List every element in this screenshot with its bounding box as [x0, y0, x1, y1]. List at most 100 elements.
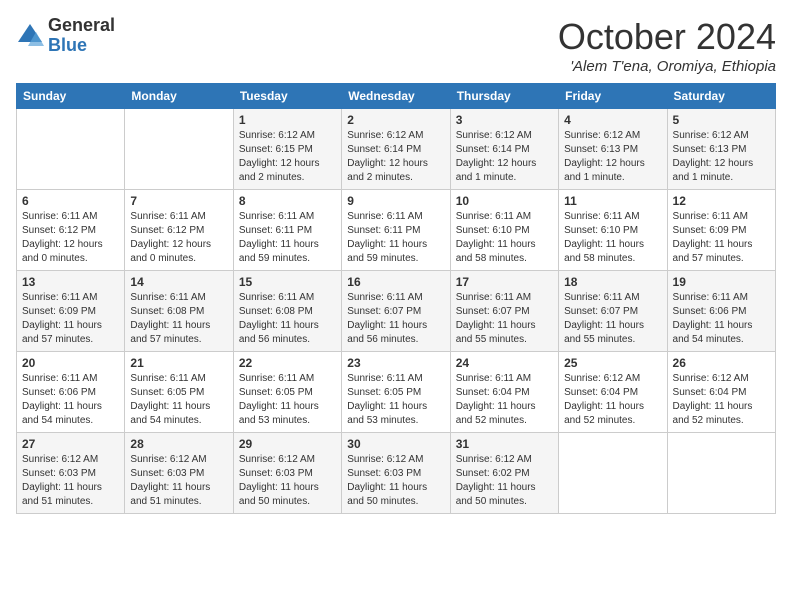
day-cell: 4 Sunrise: 6:12 AM Sunset: 6:13 PM Daylig… — [559, 109, 667, 190]
day-number: 22 — [239, 356, 336, 370]
day-info: Sunrise: 6:12 AM Sunset: 6:03 PM Dayligh… — [130, 453, 227, 509]
day-number: 5 — [673, 113, 770, 127]
column-header-thursday: Thursday — [450, 84, 558, 109]
day-number: 10 — [456, 194, 553, 208]
day-number: 16 — [347, 275, 444, 289]
day-info: Sunrise: 6:11 AM Sunset: 6:09 PM Dayligh… — [673, 210, 770, 266]
day-info: Sunrise: 6:11 AM Sunset: 6:04 PM Dayligh… — [456, 372, 553, 428]
day-number: 9 — [347, 194, 444, 208]
day-cell: 9 Sunrise: 6:11 AM Sunset: 6:11 PM Daylig… — [342, 190, 450, 271]
day-cell: 30Sunrise: 6:12 AM Sunset: 6:03 PM Dayli… — [342, 433, 450, 514]
day-cell: 12 Sunrise: 6:11 AM Sunset: 6:09 PM Dayli… — [667, 190, 775, 271]
page-header: General Blue October 2024 'Alem T'ena, O… — [16, 16, 776, 75]
day-number: 4 — [564, 113, 661, 127]
day-number: 30 — [347, 437, 444, 451]
day-cell: 28 Sunrise: 6:12 AM Sunset: 6:03 PM Dayli… — [125, 433, 233, 514]
day-cell: 7 Sunrise: 6:11 AM Sunset: 6:12 PM Daylig… — [125, 190, 233, 271]
day-number: 27 — [22, 437, 119, 451]
logo: General Blue — [16, 16, 115, 56]
month-title: October 2024 — [558, 16, 776, 58]
day-number: 21 — [130, 356, 227, 370]
day-cell — [125, 109, 233, 190]
day-number: 19 — [673, 275, 770, 289]
day-number: 3 — [456, 113, 553, 127]
day-cell: 3 Sunrise: 6:12 AM Sunset: 6:14 PM Daylig… — [450, 109, 558, 190]
day-cell: 6 Sunrise: 6:11 AM Sunset: 6:12 PM Daylig… — [17, 190, 125, 271]
day-info: Sunrise: 6:12 AM Sunset: 6:14 PM Dayligh… — [347, 129, 444, 185]
day-number: 14 — [130, 275, 227, 289]
day-cell: 20Sunrise: 6:11 AM Sunset: 6:06 PM Dayli… — [17, 352, 125, 433]
week-row-4: 20Sunrise: 6:11 AM Sunset: 6:06 PM Dayli… — [17, 352, 776, 433]
day-info: Sunrise: 6:11 AM Sunset: 6:05 PM Dayligh… — [347, 372, 444, 428]
day-cell: 11 Sunrise: 6:11 AM Sunset: 6:10 PM Dayli… — [559, 190, 667, 271]
logo-blue-text: Blue — [48, 36, 115, 56]
day-info: Sunrise: 6:12 AM Sunset: 6:04 PM Dayligh… — [673, 372, 770, 428]
day-number: 15 — [239, 275, 336, 289]
day-cell: 13Sunrise: 6:11 AM Sunset: 6:09 PM Dayli… — [17, 271, 125, 352]
day-info: Sunrise: 6:12 AM Sunset: 6:13 PM Dayligh… — [673, 129, 770, 185]
day-info: Sunrise: 6:11 AM Sunset: 6:07 PM Dayligh… — [347, 291, 444, 347]
day-info: Sunrise: 6:12 AM Sunset: 6:13 PM Dayligh… — [564, 129, 661, 185]
day-info: Sunrise: 6:11 AM Sunset: 6:11 PM Dayligh… — [239, 210, 336, 266]
day-cell: 29Sunrise: 6:12 AM Sunset: 6:03 PM Dayli… — [233, 433, 341, 514]
day-number: 6 — [22, 194, 119, 208]
column-header-monday: Monday — [125, 84, 233, 109]
day-cell: 24 Sunrise: 6:11 AM Sunset: 6:04 PM Dayli… — [450, 352, 558, 433]
calendar-header-row: SundayMondayTuesdayWednesdayThursdayFrid… — [17, 84, 776, 109]
day-info: Sunrise: 6:11 AM Sunset: 6:12 PM Dayligh… — [22, 210, 119, 266]
day-number: 2 — [347, 113, 444, 127]
day-number: 26 — [673, 356, 770, 370]
day-number: 13 — [22, 275, 119, 289]
week-row-1: 1Sunrise: 6:12 AM Sunset: 6:15 PM Daylig… — [17, 109, 776, 190]
day-info: Sunrise: 6:11 AM Sunset: 6:06 PM Dayligh… — [673, 291, 770, 347]
day-cell: 2 Sunrise: 6:12 AM Sunset: 6:14 PM Daylig… — [342, 109, 450, 190]
day-info: Sunrise: 6:12 AM Sunset: 6:04 PM Dayligh… — [564, 372, 661, 428]
day-number: 28 — [130, 437, 227, 451]
day-cell: 22 Sunrise: 6:11 AM Sunset: 6:05 PM Dayli… — [233, 352, 341, 433]
column-header-wednesday: Wednesday — [342, 84, 450, 109]
day-info: Sunrise: 6:11 AM Sunset: 6:05 PM Dayligh… — [239, 372, 336, 428]
day-info: Sunrise: 6:11 AM Sunset: 6:10 PM Dayligh… — [456, 210, 553, 266]
day-info: Sunrise: 6:11 AM Sunset: 6:08 PM Dayligh… — [130, 291, 227, 347]
day-cell: 18 Sunrise: 6:11 AM Sunset: 6:07 PM Dayli… — [559, 271, 667, 352]
day-info: Sunrise: 6:12 AM Sunset: 6:03 PM Dayligh… — [239, 453, 336, 509]
title-block: October 2024 'Alem T'ena, Oromiya, Ethio… — [558, 16, 776, 75]
day-cell: 16 Sunrise: 6:11 AM Sunset: 6:07 PM Dayli… — [342, 271, 450, 352]
day-number: 1 — [239, 113, 336, 127]
day-info: Sunrise: 6:11 AM Sunset: 6:11 PM Dayligh… — [347, 210, 444, 266]
day-cell — [667, 433, 775, 514]
logo-general-text: General — [48, 16, 115, 36]
day-cell: 21 Sunrise: 6:11 AM Sunset: 6:05 PM Dayli… — [125, 352, 233, 433]
day-cell: 31 Sunrise: 6:12 AM Sunset: 6:02 PM Dayli… — [450, 433, 558, 514]
day-number: 7 — [130, 194, 227, 208]
day-number: 17 — [456, 275, 553, 289]
day-cell: 19 Sunrise: 6:11 AM Sunset: 6:06 PM Dayli… — [667, 271, 775, 352]
day-info: Sunrise: 6:11 AM Sunset: 6:10 PM Dayligh… — [564, 210, 661, 266]
day-info: Sunrise: 6:12 AM Sunset: 6:02 PM Dayligh… — [456, 453, 553, 509]
day-number: 24 — [456, 356, 553, 370]
day-cell: 15 Sunrise: 6:11 AM Sunset: 6:08 PM Dayli… — [233, 271, 341, 352]
day-number: 12 — [673, 194, 770, 208]
day-cell — [17, 109, 125, 190]
day-cell: 1Sunrise: 6:12 AM Sunset: 6:15 PM Daylig… — [233, 109, 341, 190]
day-cell — [559, 433, 667, 514]
day-info: Sunrise: 6:11 AM Sunset: 6:12 PM Dayligh… — [130, 210, 227, 266]
day-number: 20 — [22, 356, 119, 370]
day-cell: 5 Sunrise: 6:12 AM Sunset: 6:13 PM Daylig… — [667, 109, 775, 190]
day-info: Sunrise: 6:11 AM Sunset: 6:08 PM Dayligh… — [239, 291, 336, 347]
column-header-saturday: Saturday — [667, 84, 775, 109]
calendar-table: SundayMondayTuesdayWednesdayThursdayFrid… — [16, 83, 776, 514]
logo-text: General Blue — [48, 16, 115, 56]
day-number: 31 — [456, 437, 553, 451]
day-cell: 26 Sunrise: 6:12 AM Sunset: 6:04 PM Dayli… — [667, 352, 775, 433]
day-info: Sunrise: 6:12 AM Sunset: 6:03 PM Dayligh… — [22, 453, 119, 509]
logo-icon — [16, 22, 44, 50]
day-info: Sunrise: 6:11 AM Sunset: 6:07 PM Dayligh… — [456, 291, 553, 347]
day-cell: 27 Sunrise: 6:12 AM Sunset: 6:03 PM Dayli… — [17, 433, 125, 514]
day-number: 11 — [564, 194, 661, 208]
day-info: Sunrise: 6:12 AM Sunset: 6:14 PM Dayligh… — [456, 129, 553, 185]
day-number: 18 — [564, 275, 661, 289]
day-cell: 8Sunrise: 6:11 AM Sunset: 6:11 PM Daylig… — [233, 190, 341, 271]
day-info: Sunrise: 6:11 AM Sunset: 6:07 PM Dayligh… — [564, 291, 661, 347]
day-info: Sunrise: 6:11 AM Sunset: 6:05 PM Dayligh… — [130, 372, 227, 428]
